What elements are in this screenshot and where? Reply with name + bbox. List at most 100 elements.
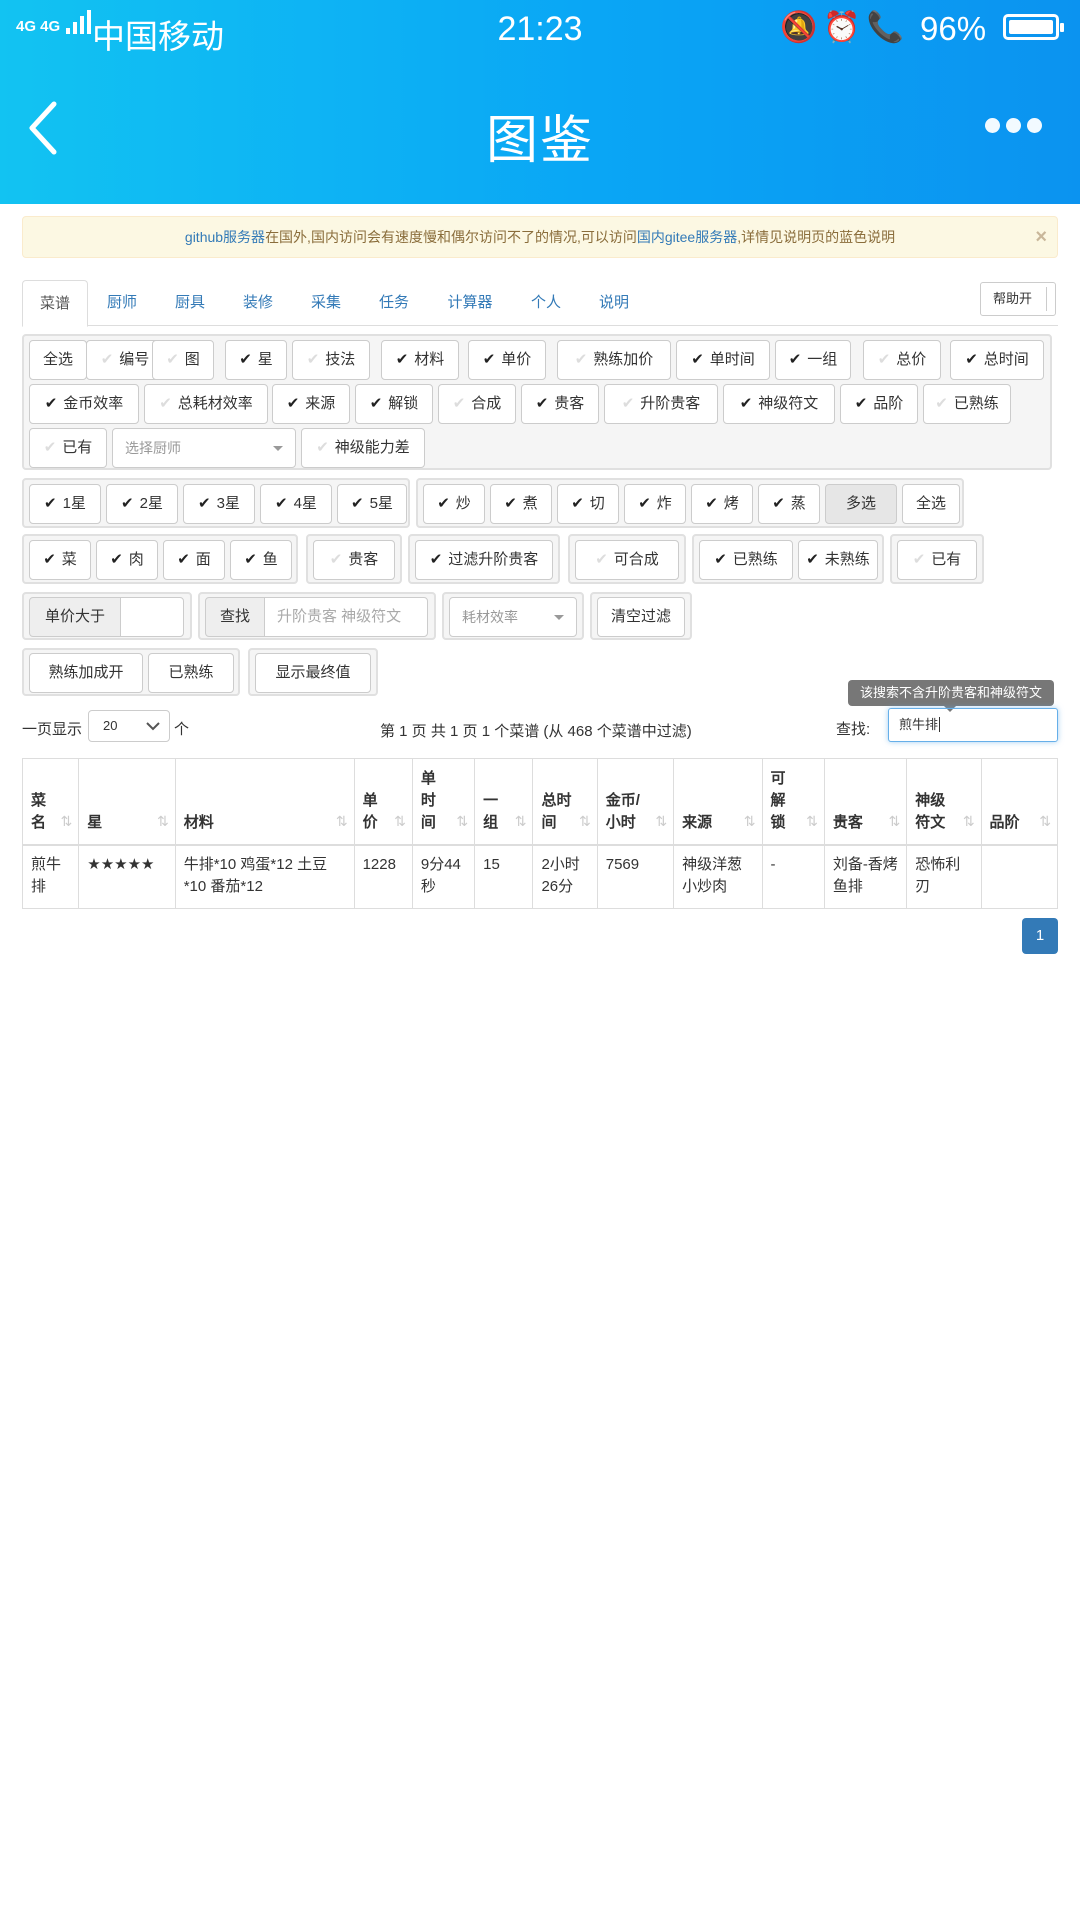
method-stirfry-toggle[interactable]: ✔ 炒 (423, 484, 485, 524)
method-roast-toggle[interactable]: ✔ 烤 (691, 484, 753, 524)
star-3-toggle[interactable]: ✔ 3星 (183, 484, 255, 524)
method-select-all-button[interactable]: 全选 (902, 484, 960, 524)
sort-icon[interactable]: ⇅ (61, 810, 73, 832)
practice-bonus-toggle[interactable]: 熟练加成开 (29, 653, 143, 693)
column-toggle-18[interactable]: ✔ 升阶贵客 (604, 384, 718, 424)
sort-icon[interactable]: ⇅ (1039, 810, 1051, 832)
gitee-link[interactable]: 国内gitee服务器 (637, 229, 737, 245)
category-dish-toggle[interactable]: ✔ 菜 (29, 540, 91, 580)
column-toggle-22[interactable]: ✔ 已有 (29, 428, 107, 468)
filter-upgrade-guest-toggle[interactable]: ✔ 过滤升阶贵客 (415, 540, 553, 580)
column-header[interactable]: 品阶 ⇅ (980, 758, 1059, 846)
column-toggle-5[interactable]: ✔ 材料 (381, 340, 459, 380)
column-toggle-16[interactable]: ✔ 合成 (438, 384, 516, 424)
tab-calculator[interactable]: 计算器 (428, 280, 512, 326)
github-link[interactable]: github服务器 (185, 229, 265, 245)
practiced-toggle[interactable]: ✔ 已熟练 (699, 540, 793, 580)
tab-chefs[interactable]: 厨师 (88, 280, 156, 326)
chevron-down-icon (554, 615, 564, 620)
column-toggle-11[interactable]: ✔ 总时间 (950, 340, 1044, 380)
column-header[interactable]: 神级符文 ⇅ (906, 758, 982, 846)
sort-icon[interactable]: ⇅ (336, 810, 348, 832)
column-toggle-2[interactable]: ✔ 图 (152, 340, 214, 380)
column-toggle-19[interactable]: ✔ 神级符文 (723, 384, 835, 424)
column-header[interactable]: 总时间 ⇅ (532, 758, 598, 846)
star-1-toggle[interactable]: ✔ 1星 (29, 484, 101, 524)
category-fish-toggle[interactable]: ✔ 鱼 (230, 540, 292, 580)
more-menu-icon[interactable] (985, 118, 1048, 138)
column-toggle-23[interactable]: ✔ 神级能力差 (301, 428, 425, 468)
sort-icon[interactable]: ⇅ (744, 810, 756, 832)
practiced-value-toggle[interactable]: 已熟练 (148, 653, 234, 693)
tab-recipes[interactable]: 菜谱 (22, 280, 88, 327)
column-toggle-7[interactable]: ✔ 熟练加价 (557, 340, 671, 380)
sort-icon[interactable]: ⇅ (515, 810, 527, 832)
column-header[interactable]: 贵客 ⇅ (823, 758, 908, 846)
tab-help[interactable]: 说明 (580, 280, 648, 326)
star-2-toggle[interactable]: ✔ 2星 (106, 484, 178, 524)
column-header[interactable]: 菜名 ⇅ (21, 758, 80, 846)
column-toggle-3[interactable]: ✔ 星 (225, 340, 287, 380)
method-boil-toggle[interactable]: ✔ 煮 (490, 484, 552, 524)
page-size-select[interactable]: 20 (88, 710, 170, 742)
sort-icon[interactable]: ⇅ (456, 810, 468, 832)
column-toggle-21[interactable]: ✔ 已熟练 (923, 384, 1011, 424)
tab-personal[interactable]: 个人 (512, 280, 580, 326)
efficiency-select[interactable]: 耗材效率 (449, 597, 577, 637)
owned-toggle[interactable]: ✔ 已有 (897, 540, 977, 580)
star-5-toggle[interactable]: ✔ 5星 (337, 484, 407, 524)
column-header[interactable]: 可解锁 ⇅ (761, 758, 825, 846)
star-4-toggle[interactable]: ✔ 4星 (260, 484, 332, 524)
sort-icon[interactable]: ⇅ (888, 810, 900, 832)
column-toggle-6[interactable]: ✔ 单价 (468, 340, 546, 380)
category-noodle-toggle[interactable]: ✔ 面 (163, 540, 225, 580)
column-toggle-label: 单时间 (709, 351, 755, 368)
unpracticed-toggle[interactable]: ✔ 未熟练 (798, 540, 878, 580)
category-meat-toggle[interactable]: ✔ 肉 (96, 540, 158, 580)
page-1-button[interactable]: 1 (1022, 918, 1058, 954)
tab-quests[interactable]: 任务 (360, 280, 428, 326)
sort-icon[interactable]: ⇅ (655, 810, 667, 832)
column-toggle-15[interactable]: ✔ 解锁 (355, 384, 433, 424)
method-cut-toggle[interactable]: ✔ 切 (557, 484, 619, 524)
sort-icon[interactable]: ⇅ (157, 810, 169, 832)
multi-select-toggle[interactable]: 多选 (825, 484, 897, 524)
column-toggle-10[interactable]: ✔ 总价 (863, 340, 941, 380)
column-toggle-13[interactable]: ✔ 总耗材效率 (144, 384, 268, 424)
column-header[interactable]: 来源 ⇅ (673, 758, 763, 846)
help-toggle-button[interactable]: 帮助开 (980, 282, 1056, 316)
close-icon[interactable]: × (1035, 217, 1047, 257)
method-steam-toggle[interactable]: ✔ 蒸 (758, 484, 820, 524)
sort-icon[interactable]: ⇅ (579, 810, 591, 832)
column-header-label: 星 (87, 813, 103, 831)
column-toggle-9[interactable]: ✔ 一组 (775, 340, 851, 380)
column-header[interactable]: 材料 ⇅ (174, 758, 355, 846)
column-header[interactable]: 金币/小时 ⇅ (596, 758, 675, 846)
column-toggle-8[interactable]: ✔ 单时间 (676, 340, 770, 380)
column-toggle-0[interactable]: 全选 (29, 340, 87, 380)
column-toggle-14[interactable]: ✔ 来源 (272, 384, 350, 424)
clear-filter-button[interactable]: 清空过滤 (597, 597, 685, 637)
column-toggle-20[interactable]: ✔ 品阶 (840, 384, 918, 424)
sort-icon[interactable]: ⇅ (394, 810, 406, 832)
sort-icon[interactable]: ⇅ (806, 810, 818, 832)
table-search-input[interactable]: 煎牛排 (888, 708, 1058, 742)
tab-equipment[interactable]: 厨具 (156, 280, 224, 326)
tab-decoration[interactable]: 装修 (224, 280, 292, 326)
guest-toggle[interactable]: ✔ 贵客 (313, 540, 395, 580)
column-header[interactable]: 单价 ⇅ (353, 758, 413, 846)
tab-gather[interactable]: 采集 (292, 280, 360, 326)
craftable-toggle[interactable]: ✔ 可合成 (575, 540, 679, 580)
method-fry-toggle[interactable]: ✔ 炸 (624, 484, 686, 524)
column-header[interactable]: 星 ⇅ (78, 758, 176, 846)
sort-icon[interactable]: ⇅ (963, 810, 975, 832)
column-toggle-4[interactable]: ✔ 技法 (292, 340, 370, 380)
show-final-value-toggle[interactable]: 显示最终值 (255, 653, 371, 693)
upgrade-guest-search-input[interactable]: 升阶贵客 神级符文 (264, 597, 428, 637)
price-above-input[interactable] (120, 597, 184, 637)
column-toggle-17[interactable]: ✔ 贵客 (521, 384, 599, 424)
column-toggle-12[interactable]: ✔ 金币效率 (29, 384, 139, 424)
chef-select[interactable]: 选择厨师 (112, 428, 296, 468)
column-header[interactable]: 一组 ⇅ (474, 758, 534, 846)
column-header[interactable]: 单时间 ⇅ (411, 758, 476, 846)
